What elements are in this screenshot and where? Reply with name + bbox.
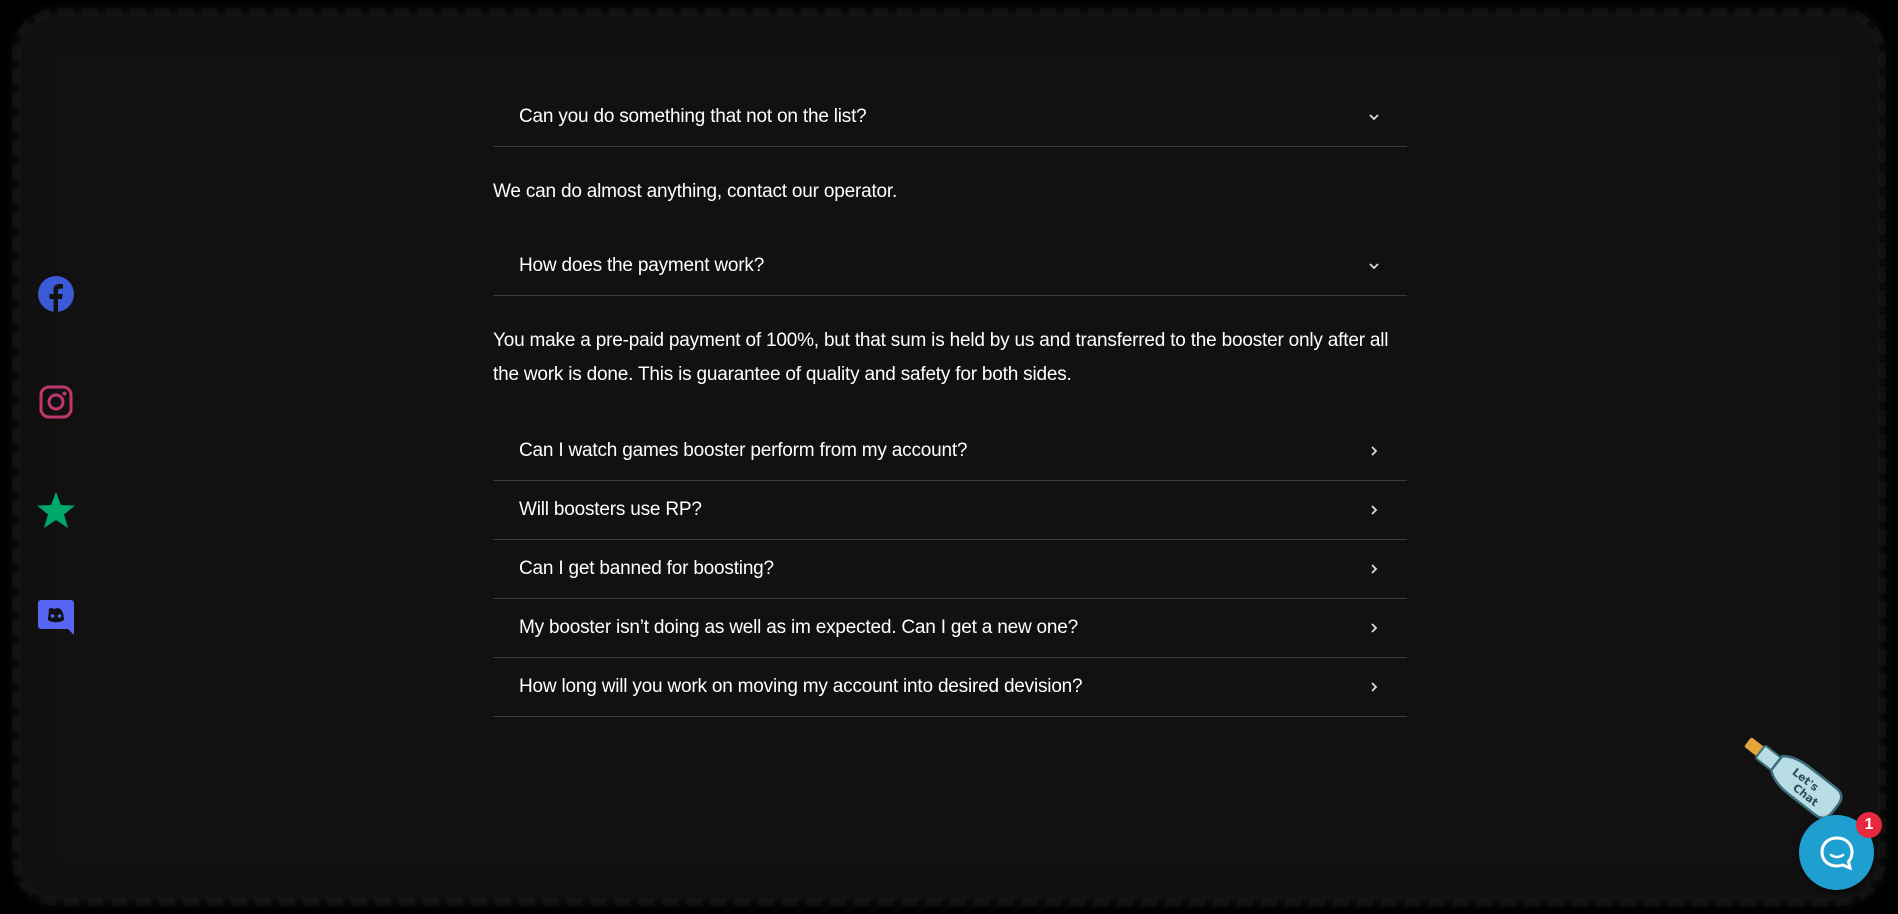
star-icon xyxy=(37,492,75,528)
page: Can you do something that not on the lis… xyxy=(0,0,1898,914)
lets-chat-bottle[interactable]: Let's Chat xyxy=(1718,718,1868,828)
faq-answer: You make a pre-paid payment of 100%, but… xyxy=(493,330,1389,385)
chevron-right-icon xyxy=(1367,680,1381,694)
facebook-icon xyxy=(38,276,74,312)
faq-question: Can I get banned for boosting? xyxy=(519,558,774,579)
discord-icon xyxy=(38,600,74,635)
chevron-right-icon xyxy=(1367,621,1381,635)
chat-unread-badge: 1 xyxy=(1856,812,1882,838)
chat-bubble-icon xyxy=(1819,835,1854,871)
chevron-down-icon xyxy=(1367,259,1381,273)
chevron-right-icon xyxy=(1367,503,1381,517)
faq-item[interactable]: How does the payment work? xyxy=(493,237,1407,296)
faq-question: My booster isn’t doing as well as im exp… xyxy=(519,617,1079,638)
faq-item[interactable]: Will boosters use RP? xyxy=(493,481,1407,540)
faq-item[interactable]: Can I get banned for boosting? xyxy=(493,540,1407,599)
faq-list: Can you do something that not on the lis… xyxy=(493,88,1407,717)
facebook-link[interactable] xyxy=(36,274,76,314)
faq-answer: We can do almost anything, contact our o… xyxy=(493,181,898,202)
faq-question: Will boosters use RP? xyxy=(519,499,702,520)
discord-link[interactable] xyxy=(36,597,76,637)
bottle-icon: Let's Chat xyxy=(1744,737,1843,820)
chevron-right-icon xyxy=(1367,444,1381,458)
chevron-right-icon xyxy=(1367,562,1381,576)
faq-question: Can you do something that not on the lis… xyxy=(519,106,867,127)
faq-question: How does the payment work? xyxy=(519,255,765,276)
faq-question: Can I watch games booster perform from m… xyxy=(519,440,968,461)
faq-item[interactable]: Can you do something that not on the lis… xyxy=(493,88,1407,147)
instagram-icon xyxy=(39,385,73,419)
instagram-link[interactable] xyxy=(36,382,76,422)
faq-item[interactable]: Can I watch games booster perform from m… xyxy=(493,422,1407,481)
chevron-down-icon xyxy=(1367,110,1381,124)
faq-item[interactable]: How long will you work on moving my acco… xyxy=(493,658,1407,717)
faq-item[interactable]: My booster isn’t doing as well as im exp… xyxy=(493,599,1407,658)
faq-question: How long will you work on moving my acco… xyxy=(519,676,1083,697)
trustpilot-link[interactable] xyxy=(36,490,76,530)
